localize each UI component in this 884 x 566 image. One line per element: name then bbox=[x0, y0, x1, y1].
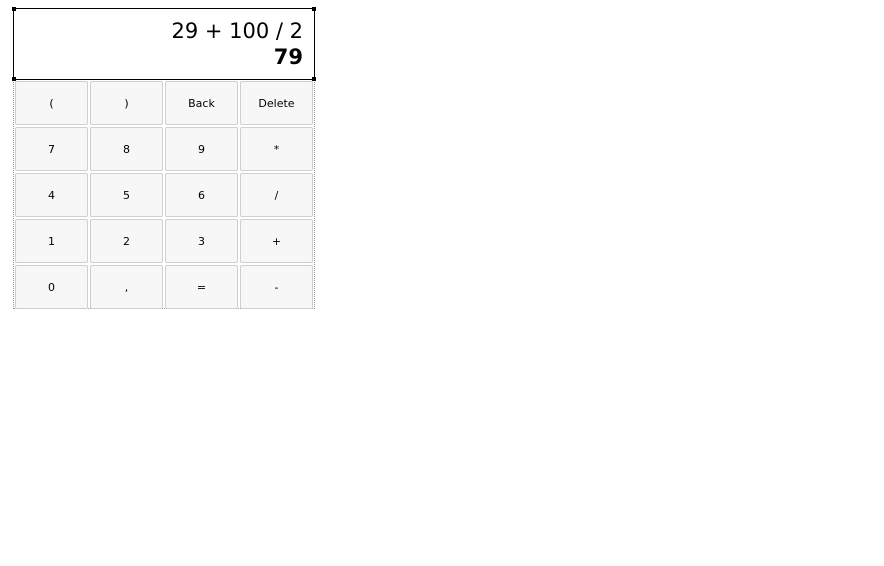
digit-0-button[interactable]: 0 bbox=[15, 265, 88, 309]
open-paren-button[interactable]: ( bbox=[15, 81, 88, 125]
delete-button[interactable]: Delete bbox=[240, 81, 313, 125]
resize-handle-bottom-left[interactable] bbox=[12, 77, 16, 81]
digit-8-button[interactable]: 8 bbox=[90, 127, 163, 171]
back-button[interactable]: Back bbox=[165, 81, 238, 125]
add-button[interactable]: + bbox=[240, 219, 313, 263]
calculator-display[interactable]: 29 + 100 / 2 79 bbox=[12, 7, 316, 81]
digit-1-button[interactable]: 1 bbox=[15, 219, 88, 263]
calculator: 29 + 100 / 2 79 () Back Delete 7 8 9 * 4 5 6/ 1 2 3 +… bbox=[12, 7, 316, 309]
digit-7-button[interactable]: 7 bbox=[15, 127, 88, 171]
resize-handle-bottom-right[interactable] bbox=[312, 77, 316, 81]
resize-handle-top-left[interactable] bbox=[12, 7, 16, 11]
subtract-button[interactable]: - bbox=[240, 265, 313, 309]
keypad: () Back Delete 7 8 9 * 4 5 6/ 1 2 3 +0, = - bbox=[13, 80, 315, 309]
digit-5-button[interactable]: 5 bbox=[90, 173, 163, 217]
close-paren-button[interactable]: ) bbox=[90, 81, 163, 125]
resize-handle-top-right[interactable] bbox=[312, 7, 316, 11]
digit-6-button[interactable]: 6 bbox=[165, 173, 238, 217]
equals-button[interactable]: = bbox=[165, 265, 238, 309]
divide-button[interactable]: / bbox=[240, 173, 313, 217]
multiply-button[interactable]: * bbox=[240, 127, 313, 171]
expression-text: 29 + 100 / 2 bbox=[171, 19, 303, 43]
digit-3-button[interactable]: 3 bbox=[165, 219, 238, 263]
digit-2-button[interactable]: 2 bbox=[90, 219, 163, 263]
result-text: 79 bbox=[273, 45, 303, 69]
digit-9-button[interactable]: 9 bbox=[165, 127, 238, 171]
decimal-comma-button[interactable]: , bbox=[90, 265, 163, 309]
digit-4-button[interactable]: 4 bbox=[15, 173, 88, 217]
